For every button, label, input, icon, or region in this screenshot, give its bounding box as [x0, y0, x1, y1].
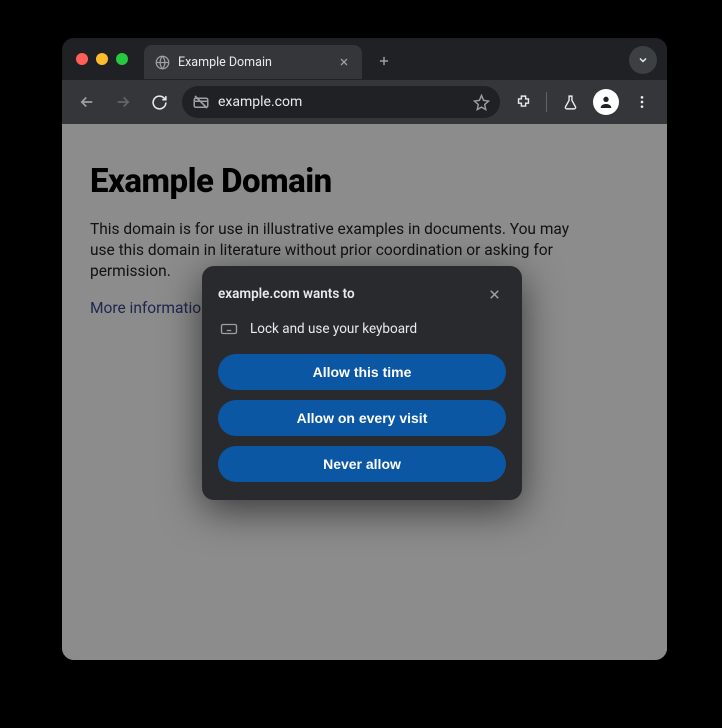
forward-button[interactable]	[106, 85, 140, 119]
keyboard-icon	[220, 320, 238, 338]
tab-close-button[interactable]	[336, 54, 352, 70]
tab-search-dropdown[interactable]	[629, 46, 657, 74]
back-button[interactable]	[70, 85, 104, 119]
profile-button[interactable]	[589, 85, 623, 119]
bookmark-star-icon[interactable]	[473, 94, 490, 111]
reload-button[interactable]	[142, 85, 176, 119]
never-allow-button[interactable]: Never allow	[218, 446, 506, 482]
globe-icon	[154, 54, 170, 70]
tab-title: Example Domain	[178, 55, 328, 70]
site-info-icon[interactable]	[192, 93, 210, 111]
new-tab-button[interactable]	[370, 47, 398, 75]
permission-request-row: Lock and use your keyboard	[218, 320, 506, 338]
labs-button[interactable]	[553, 85, 587, 119]
window-controls	[76, 53, 128, 65]
permission-dialog-header: example.com wants to	[218, 282, 506, 306]
url-text: example.com	[218, 94, 465, 110]
permission-dialog-close-button[interactable]	[482, 282, 506, 306]
profile-avatar-icon	[593, 89, 619, 115]
permission-dialog-title: example.com wants to	[218, 286, 355, 302]
page-content-area: Example Domain This domain is for use in…	[62, 124, 667, 660]
allow-always-button[interactable]: Allow on every visit	[218, 400, 506, 436]
permission-request-text: Lock and use your keyboard	[250, 321, 417, 337]
window-maximize-button[interactable]	[116, 53, 128, 65]
address-bar[interactable]: example.com	[182, 86, 500, 118]
extensions-button[interactable]	[506, 85, 540, 119]
toolbar-divider	[546, 92, 547, 112]
menu-button[interactable]	[625, 85, 659, 119]
permission-dialog: example.com wants to Lock and use your k…	[202, 266, 522, 500]
tab-bar: Example Domain	[62, 38, 667, 80]
browser-window: Example Domain	[62, 38, 667, 660]
window-close-button[interactable]	[76, 53, 88, 65]
allow-once-button[interactable]: Allow this time	[218, 354, 506, 390]
browser-tab[interactable]: Example Domain	[144, 45, 362, 79]
window-minimize-button[interactable]	[96, 53, 108, 65]
toolbar: example.com	[62, 80, 667, 124]
